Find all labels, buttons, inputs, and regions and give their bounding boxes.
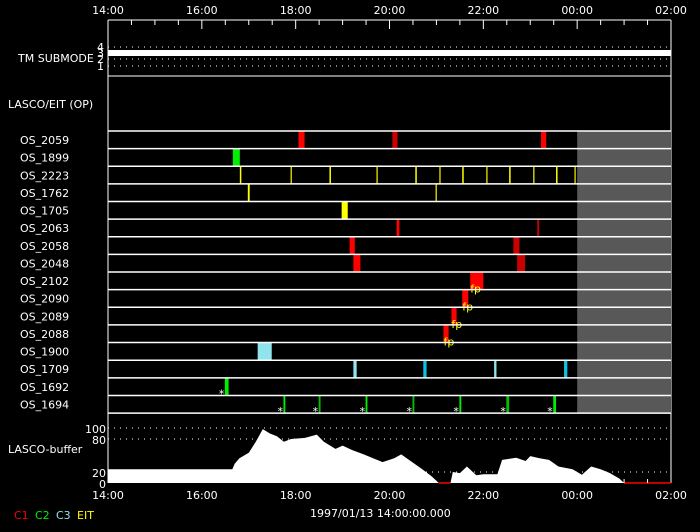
event-bar <box>290 166 293 184</box>
lasco-buffer-panel: LASCO-buffer10080200 <box>8 423 671 491</box>
bottom-tick-label: 22:00 <box>467 489 499 502</box>
bottom-tick-label: 00:00 <box>561 489 593 502</box>
event-bar <box>257 342 272 361</box>
event-bar <box>564 360 568 378</box>
legend-item: C2 <box>35 509 50 522</box>
asterisk-marker: * <box>219 387 225 400</box>
bottom-tick-label: 02:00 <box>655 489 687 502</box>
event-bar <box>506 395 510 414</box>
row-label: OS_2089 <box>20 310 69 323</box>
event-bar <box>462 166 464 184</box>
event-bar <box>513 236 520 255</box>
asterisk-marker: * <box>360 405 366 418</box>
event-bar <box>439 166 441 184</box>
row-label: OS_1900 <box>20 346 69 359</box>
event-bar <box>459 395 462 414</box>
buffer-area <box>108 429 671 483</box>
event-bar <box>239 166 242 184</box>
row-label: OS_2063 <box>20 222 69 235</box>
buffer-y-tick-label: 80 <box>92 434 106 447</box>
bottom-time-axis: 14:00 16:00 18:00 20:00 22:00 00:00 02:00 <box>92 489 687 502</box>
row-label: OS_2090 <box>20 293 69 306</box>
legend-item: C3 <box>56 509 71 522</box>
event-bar <box>541 131 547 149</box>
row-label: OS_1899 <box>20 152 69 165</box>
row-label: OS_2088 <box>20 328 69 341</box>
event-bar <box>247 183 250 202</box>
event-bar <box>298 131 305 149</box>
row-label: OS_1692 <box>20 381 69 394</box>
bottom-tick-label: 20:00 <box>374 489 406 502</box>
row-label: OS_2048 <box>20 257 69 270</box>
bottom-tick-label: 18:00 <box>280 489 312 502</box>
event-bar <box>349 236 355 255</box>
event-bar <box>365 395 368 414</box>
legend: C1 C2 C3 EIT <box>14 509 94 522</box>
bottom-tick-label: 16:00 <box>186 489 218 502</box>
top-tick-label: 22:00 <box>467 4 499 17</box>
row-label: OS_2223 <box>20 169 69 182</box>
observation-rows: OS_2059 OS_1899 OS_2223 OS_1762 OS_1705 OS_20… <box>20 130 671 418</box>
event-bar <box>553 395 557 414</box>
bottom-tick-label: 14:00 <box>92 489 124 502</box>
event-bar <box>283 395 286 414</box>
top-tick-label: 02:00 <box>655 4 687 17</box>
event-bar <box>353 254 361 273</box>
event-bar <box>517 254 526 273</box>
top-tick-label: 14:00 <box>92 4 124 17</box>
event-bar <box>509 166 511 184</box>
legend-item: EIT <box>77 509 94 522</box>
row-label: OS_1709 <box>20 363 69 376</box>
row-label: OS_1705 <box>20 205 69 218</box>
tm-submode-label: TM SUBMODE <box>17 52 94 65</box>
lasco-timeline-chart: 14:00 16:00 18:00 20:00 22:00 00:00 02:00 TM S… <box>8 4 687 522</box>
event-bar <box>232 148 240 167</box>
event-bar <box>318 395 321 414</box>
asterisk-marker: * <box>453 405 459 418</box>
top-tick-label: 00:00 <box>561 4 593 17</box>
tm-submode-bar <box>108 50 671 56</box>
event-bar <box>537 219 540 237</box>
start-time-label: 1997/01/13 14:00:00.000 <box>310 507 451 520</box>
row-label: OS_1694 <box>20 398 69 411</box>
event-bar <box>392 131 398 149</box>
asterisk-marker: * <box>406 405 412 418</box>
event-bar <box>396 219 400 237</box>
row-label: OS_2059 <box>20 134 69 147</box>
top-tick-label: 18:00 <box>280 4 312 17</box>
row-label: OS_2102 <box>20 275 69 288</box>
top-tick-label: 16:00 <box>186 4 218 17</box>
section-label: LASCO/EIT (OP) <box>8 98 93 111</box>
event-bar <box>574 166 576 184</box>
event-bar <box>353 360 357 378</box>
row-label: OS_1762 <box>20 187 69 200</box>
tm-submode-panel: TM SUBMODE4321 <box>17 41 671 77</box>
asterisk-marker: * <box>313 405 319 418</box>
event-bar <box>329 166 331 184</box>
event-bar <box>415 166 417 184</box>
event-bar <box>533 166 535 184</box>
event-bar <box>494 360 497 378</box>
event-bar <box>376 166 378 184</box>
event-bar <box>341 201 348 220</box>
event-bar <box>224 377 229 396</box>
buffer-label: LASCO-buffer <box>8 443 83 456</box>
event-bar <box>423 360 427 378</box>
legend-item: C1 <box>14 509 29 522</box>
row-label: OS_2058 <box>20 240 69 253</box>
asterisk-marker: * <box>277 405 283 418</box>
event-bar <box>435 183 437 202</box>
event-bar <box>486 166 488 184</box>
top-tick-label: 20:00 <box>374 4 406 17</box>
asterisk-marker: * <box>547 405 553 418</box>
asterisk-marker: * <box>500 405 506 418</box>
tm-level-label: 1 <box>97 60 104 73</box>
event-bar <box>556 166 558 184</box>
event-bar <box>412 395 415 414</box>
